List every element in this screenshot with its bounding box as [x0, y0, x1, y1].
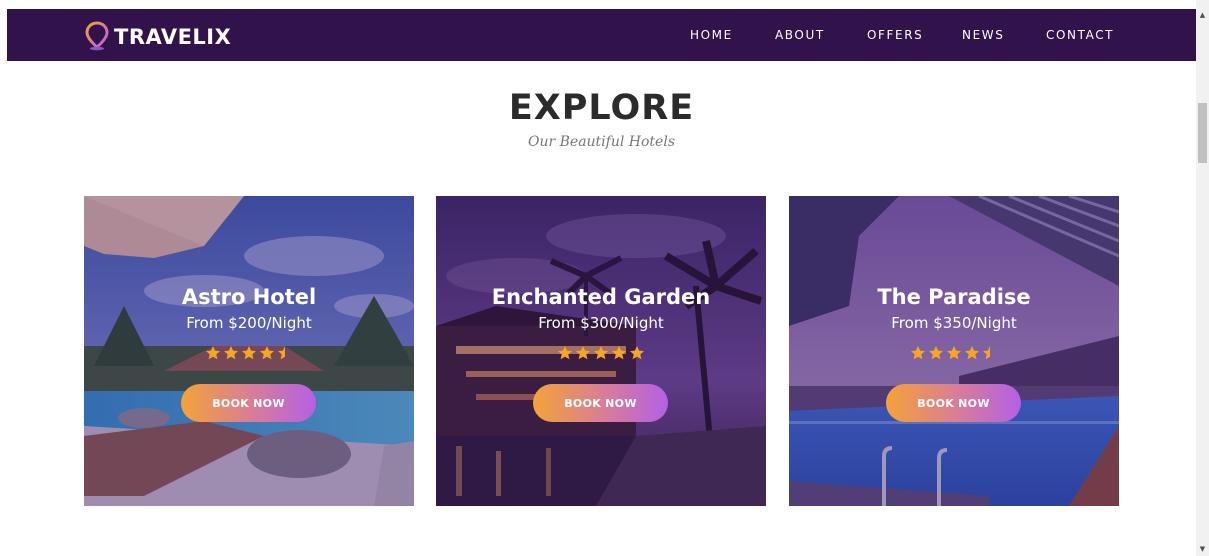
nav-item-about[interactable]: ABOUT — [775, 28, 825, 42]
star-icon — [612, 345, 626, 359]
location-pin-icon — [85, 21, 109, 51]
star-icon — [929, 345, 943, 359]
star-icon — [630, 345, 644, 359]
hotel-name: Astro Hotel — [181, 285, 317, 309]
hotel-rating — [84, 343, 414, 361]
star-icon — [224, 345, 238, 359]
star-icon — [911, 345, 925, 359]
nav-item-home[interactable]: HOME — [690, 28, 733, 42]
top-navigation-bar: TRAVELIX HOME ABOUT OFFERS NEWS CONTACT — [7, 9, 1196, 61]
star-icon — [260, 345, 274, 359]
logo[interactable]: TRAVELIX — [84, 21, 231, 51]
star-icon — [594, 345, 608, 359]
nav-item-contact[interactable]: CONTACT — [1046, 28, 1114, 42]
arrow-up-icon[interactable]: ▲ — [1196, 8, 1209, 22]
star-icon — [242, 345, 256, 359]
hotel-card-astro[interactable]: Astro Hotel From $200/Night BOOK NOW — [84, 196, 414, 506]
star-icon — [947, 345, 961, 359]
section-subtitle: Our Beautiful Hotels — [527, 134, 675, 150]
hotel-name: The Paradise — [877, 285, 1031, 309]
hotel-rating — [436, 343, 766, 361]
logo-text: TRAVELIX — [114, 25, 232, 49]
hotel-name: Enchanted Garden — [491, 285, 711, 309]
hotel-card-the-paradise[interactable]: The Paradise From $350/Night BOOK NOW — [789, 196, 1119, 506]
star-icon — [576, 345, 590, 359]
section-title: EXPLORE — [508, 88, 695, 128]
book-now-button[interactable]: BOOK NOW — [886, 384, 1021, 422]
star-icon — [965, 345, 979, 359]
hotel-price: From $300/Night — [538, 314, 664, 332]
page: TRAVELIX HOME ABOUT OFFERS NEWS CONTACT … — [0, 0, 1209, 556]
half-star-icon — [278, 345, 285, 359]
book-now-button[interactable]: BOOK NOW — [181, 384, 316, 422]
page-scrollbar[interactable]: ▲ ▼ — [1196, 0, 1209, 556]
half-star-icon — [983, 345, 990, 359]
hotel-price: From $200/Night — [186, 314, 312, 332]
hotel-card-enchanted-garden[interactable]: Enchanted Garden From $300/Night BOOK NO… — [436, 196, 766, 506]
scroll-thumb[interactable] — [1198, 103, 1207, 163]
star-icon — [558, 345, 572, 359]
arrow-down-icon[interactable]: ▼ — [1196, 542, 1209, 556]
hotel-price: From $350/Night — [891, 314, 1017, 332]
nav-item-news[interactable]: NEWS — [962, 28, 1004, 42]
hotel-rating — [789, 343, 1119, 361]
book-now-button[interactable]: BOOK NOW — [533, 384, 668, 422]
star-icon — [206, 345, 220, 359]
nav-item-offers[interactable]: OFFERS — [867, 28, 923, 42]
